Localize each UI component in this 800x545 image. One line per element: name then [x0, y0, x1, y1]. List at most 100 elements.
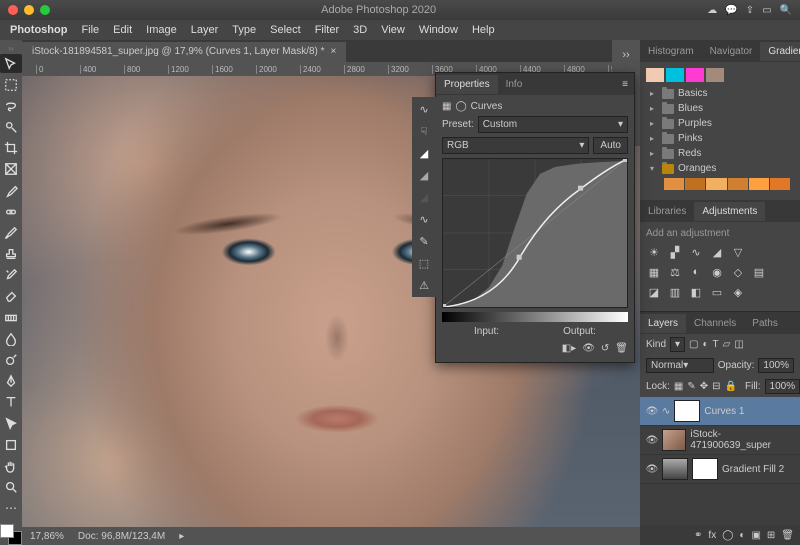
menu-file[interactable]: File — [75, 22, 105, 38]
link-icon[interactable]: ⚭ — [694, 530, 702, 541]
tab-adjustments[interactable]: Adjustments — [694, 202, 765, 221]
layer-thumb[interactable] — [662, 429, 686, 451]
threshold-icon[interactable]: ◧ — [688, 285, 704, 299]
posterize-icon[interactable]: ▥ — [667, 285, 683, 299]
layer-mask-thumb[interactable] — [674, 400, 700, 422]
draw-curve-icon[interactable]: ✎ — [416, 233, 432, 249]
levels-icon[interactable]: ▞ — [667, 245, 683, 259]
trash-icon[interactable]: 🗑 — [781, 530, 794, 541]
layer-name[interactable]: Curves 1 — [704, 406, 744, 417]
opacity-input[interactable]: 100% — [758, 358, 794, 373]
layer-row[interactable]: 👁 ∿ Curves 1 — [640, 397, 800, 426]
foreground-color-swatch[interactable] — [0, 524, 14, 538]
minimize-window-button[interactable] — [24, 5, 34, 15]
gradient-map-icon[interactable]: ▭ — [709, 285, 725, 299]
lookup-icon[interactable]: ▤ — [751, 265, 767, 279]
gradient-swatch[interactable] — [646, 68, 664, 82]
clip-icon[interactable]: ◧▸ — [562, 343, 576, 354]
vibrance-icon[interactable]: ▽ — [730, 245, 746, 259]
gradient-swatch[interactable] — [749, 178, 769, 190]
gradient-swatch[interactable] — [706, 68, 724, 82]
tab-info[interactable]: Info — [498, 75, 531, 94]
search-icon[interactable]: 🔍 — [780, 5, 792, 16]
gradient-folder-blues[interactable]: Blues — [646, 101, 794, 116]
zoom-window-button[interactable] — [40, 5, 50, 15]
type-tool[interactable] — [0, 393, 22, 412]
layer-name[interactable]: iStock-471900639_super — [690, 429, 794, 451]
tab-histogram[interactable]: Histogram — [640, 42, 702, 61]
smooth-icon[interactable]: ⬚ — [416, 255, 432, 271]
new-layer-icon[interactable]: ⊞ — [767, 530, 775, 541]
panel-grip-icon[interactable]: ›› — [8, 44, 13, 52]
gradient-folder-pinks[interactable]: Pinks — [646, 131, 794, 146]
black-point-icon[interactable]: ◢ — [416, 189, 432, 205]
path-select-tool[interactable] — [0, 414, 22, 433]
tab-navigator[interactable]: Navigator — [702, 42, 761, 61]
gray-point-icon[interactable]: ◢ — [416, 167, 432, 183]
layer-mask-thumb[interactable] — [692, 458, 718, 480]
curves-graph[interactable] — [442, 158, 628, 308]
visibility-toggle[interactable]: 👁 — [646, 434, 658, 446]
curves-icon[interactable]: ∿ — [688, 245, 704, 259]
gradient-tool[interactable] — [0, 308, 22, 327]
lock-pos-icon[interactable]: ✥ — [700, 381, 708, 392]
filter-adjust-icon[interactable]: ◐ — [703, 339, 709, 350]
gradient-folder-basics[interactable]: Basics — [646, 86, 794, 101]
filter-pixel-icon[interactable]: ▢ — [689, 339, 698, 350]
lock-trans-icon[interactable]: ▦ — [674, 381, 683, 392]
frame-tool[interactable] — [0, 160, 22, 179]
mask-icon[interactable]: ◯ — [722, 530, 733, 541]
cloud-icon[interactable]: ☁ — [707, 5, 717, 16]
close-tab-icon[interactable]: × — [331, 46, 337, 57]
gradient-folder-purples[interactable]: Purples — [646, 116, 794, 131]
menu-3d[interactable]: 3D — [347, 22, 373, 38]
properties-panel[interactable]: ∿ ☟ ◢ ◢ ◢ ∿ ✎ ⬚ ⚠ Properties Info ≡ ▦ ◯ … — [435, 72, 635, 363]
auto-button[interactable]: Auto — [593, 137, 628, 154]
eyedropper-tool[interactable] — [0, 181, 22, 200]
layer-row[interactable]: 👁 iStock-471900639_super — [640, 426, 800, 455]
quick-select-tool[interactable] — [0, 118, 22, 137]
eraser-tool[interactable] — [0, 287, 22, 306]
menu-edit[interactable]: Edit — [107, 22, 138, 38]
reset-icon[interactable]: ↺ — [601, 343, 609, 354]
curves-adjust-icon[interactable]: ∿ — [416, 101, 432, 117]
move-tool[interactable] — [0, 54, 22, 73]
lock-image-icon[interactable]: ✎ — [687, 381, 695, 392]
menu-image[interactable]: Image — [140, 22, 183, 38]
shape-tool[interactable] — [0, 435, 22, 454]
exposure-icon[interactable]: ◢ — [709, 245, 725, 259]
bw-icon[interactable]: ◐ — [688, 265, 704, 279]
menu-view[interactable]: View — [375, 22, 411, 38]
tab-gradients[interactable]: Gradients — [760, 42, 800, 61]
gradient-folder-reds[interactable]: Reds — [646, 146, 794, 161]
expand-panels-icon[interactable]: ›› — [617, 46, 635, 64]
menu-window[interactable]: Window — [413, 22, 464, 38]
preset-select[interactable]: Custom▾ — [478, 116, 628, 133]
filter-kind-select[interactable]: ▾ — [670, 337, 685, 352]
fill-input[interactable]: 100% — [765, 379, 800, 394]
menu-type[interactable]: Type — [226, 22, 262, 38]
channel-select[interactable]: RGB▾ — [442, 137, 589, 154]
balance-icon[interactable]: ⚖ — [667, 265, 683, 279]
zoom-level[interactable]: 17,86% — [30, 531, 64, 542]
trash-icon[interactable]: 🗑 — [615, 343, 628, 354]
panel-menu-icon[interactable]: ≡ — [616, 79, 634, 90]
tab-libraries[interactable]: Libraries — [640, 202, 694, 221]
menu-help[interactable]: Help — [466, 22, 501, 38]
adjustment-layer-icon[interactable]: ◐ — [739, 530, 745, 541]
lasso-tool[interactable] — [0, 96, 22, 115]
marquee-tool[interactable] — [0, 75, 22, 94]
visibility-toggle[interactable]: 👁 — [646, 463, 658, 475]
layer-name[interactable]: Gradient Fill 2 — [722, 464, 784, 475]
hand-sampler-icon[interactable]: ☟ — [416, 123, 432, 139]
invert-icon[interactable]: ◪ — [646, 285, 662, 299]
warning-icon[interactable]: ⚠ — [416, 277, 432, 293]
mixer-icon[interactable]: ◇ — [730, 265, 746, 279]
gradient-swatch[interactable] — [664, 178, 684, 190]
input-ramp[interactable] — [442, 312, 628, 322]
color-swatches[interactable] — [0, 524, 22, 545]
layer-row[interactable]: 👁 Gradient Fill 2 — [640, 455, 800, 484]
tab-properties[interactable]: Properties — [436, 75, 498, 94]
share-icon[interactable]: ⇪ — [746, 5, 754, 16]
visibility-toggle[interactable]: 👁 — [646, 405, 658, 417]
